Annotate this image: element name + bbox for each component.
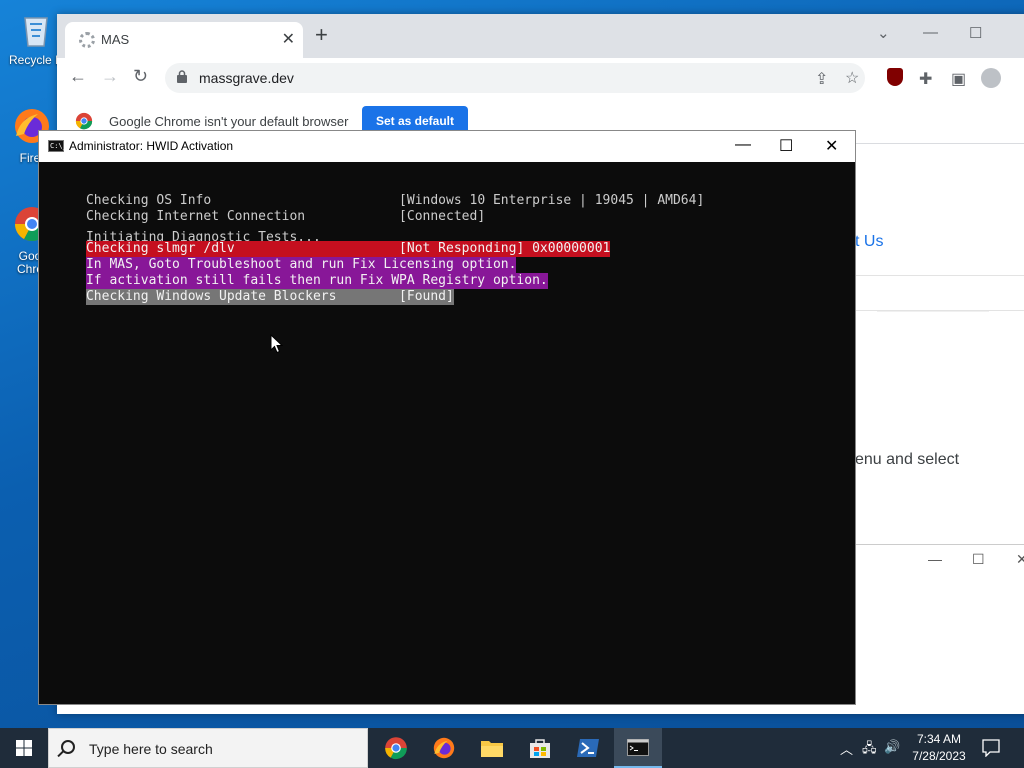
page-link-fragment[interactable]: t Us	[855, 233, 883, 251]
share-icon[interactable]: ⇪	[815, 69, 828, 89]
maximize-button[interactable]: ☐	[972, 551, 985, 568]
taskbar-search-box[interactable]: Type here to search	[48, 728, 368, 768]
console-window: C:\_ Administrator: HWID Activation — ☐ …	[38, 130, 856, 705]
close-button[interactable]: ✕	[1016, 551, 1024, 568]
chrome-toolbar: ← → ↻ massgrave.dev ⇪ ☆ ✚ ▣ ⋮	[57, 58, 1024, 98]
line-label: Checking slmgr /dlv	[85, 241, 400, 257]
page-text-fragment: enu and select	[855, 451, 960, 468]
firefox-icon	[433, 737, 455, 759]
infobar-text: Google Chrome isn't your default browser	[109, 114, 349, 129]
line-status: [Not Responding] 0x00000001	[399, 241, 611, 257]
folder-icon	[481, 741, 503, 757]
line-status: [Connected]	[399, 209, 486, 224]
address-bar[interactable]: massgrave.dev ⇪ ☆	[165, 63, 865, 93]
background-window: — ☐ ✕	[856, 544, 1024, 576]
clock-date: 7/28/2023	[912, 749, 966, 763]
close-tab-icon[interactable]: ✕	[282, 29, 295, 49]
chevron-up-icon[interactable]: ︿	[840, 739, 853, 758]
taskbar-chrome[interactable]	[372, 728, 420, 768]
bookmark-star-icon[interactable]: ☆	[845, 68, 859, 88]
line-label: If activation still fails then run Fix W…	[85, 273, 548, 289]
chrome-logo-icon	[75, 112, 93, 130]
start-button[interactable]	[0, 728, 48, 768]
minimize-button[interactable]: —	[928, 551, 942, 567]
taskbar-firefox[interactable]	[420, 728, 468, 768]
forward-arrow-icon[interactable]: →	[101, 66, 119, 87]
taskbar-console[interactable]	[614, 728, 662, 768]
mouse-pointer-icon	[270, 334, 283, 354]
chrome-icon	[385, 737, 407, 760]
volume-icon[interactable]: 🔊	[884, 739, 900, 755]
line-status: [Found]	[399, 289, 454, 305]
taskbar: Type here to search ︿ 🖧 🔊 7:34 AM 7/28/2…	[0, 728, 1024, 768]
url-text: massgrave.dev	[199, 70, 294, 86]
clock-time: 7:34 AM	[916, 732, 962, 746]
recycle-bin-icon	[24, 17, 48, 47]
tab-title: MAS	[101, 32, 130, 47]
side-panel-icon[interactable]: ▣	[951, 69, 966, 89]
menu-kebab-icon[interactable]: ⋮	[1017, 69, 1024, 89]
cmd-icon: C:\_	[48, 140, 67, 152]
store-bag-icon	[530, 739, 550, 758]
divider	[855, 275, 1024, 276]
maximize-button[interactable]: ☐	[969, 24, 982, 42]
taskbar-store[interactable]	[516, 728, 564, 768]
search-icon	[61, 740, 75, 754]
new-tab-button[interactable]: +	[315, 24, 328, 46]
window-title: Administrator: HWID Activation	[69, 139, 234, 153]
tab-mas[interactable]: MAS ✕	[65, 22, 303, 58]
chevron-down-icon[interactable]: ⌄	[877, 24, 890, 42]
close-button[interactable]: ✕	[825, 136, 838, 156]
minimize-button[interactable]: —	[735, 136, 751, 154]
line-label: In MAS, Goto Troubleshoot and run Fix Li…	[85, 257, 517, 273]
network-icon[interactable]: 🖧	[862, 739, 877, 761]
windows-logo-icon	[16, 740, 32, 756]
extensions-puzzle-icon[interactable]: ✚	[919, 69, 932, 89]
divider	[877, 311, 989, 312]
taskbar-file-explorer[interactable]	[468, 728, 516, 768]
loading-icon	[79, 32, 95, 48]
output-line: Checking OS Info [Windows 10 Enterprise …	[39, 177, 855, 208]
minimize-button[interactable]: —	[923, 24, 938, 41]
taskbar-clock[interactable]: 7:34 AM 7/28/2023	[906, 731, 972, 765]
lock-icon	[177, 70, 187, 83]
line-label: Checking Windows Update Blockers	[85, 289, 400, 305]
powershell-icon	[577, 739, 599, 757]
terminal-icon	[627, 739, 649, 756]
console-titlebar[interactable]: C:\_ Administrator: HWID Activation — ☐ …	[39, 131, 855, 162]
line-label: Checking OS Info	[85, 193, 400, 208]
taskbar-powershell[interactable]	[564, 728, 612, 768]
line-status: [Windows 10 Enterprise | 19045 | AMD64]	[399, 193, 705, 208]
search-placeholder: Type here to search	[89, 741, 213, 757]
reload-icon[interactable]: ↻	[133, 66, 148, 87]
line-label: Checking Internet Connection	[85, 209, 400, 224]
maximize-button[interactable]: ☐	[779, 136, 793, 156]
ublock-icon[interactable]	[887, 68, 903, 86]
tab-strip: MAS ✕ + ⌄ — ☐	[57, 14, 1024, 58]
profile-avatar-icon[interactable]	[981, 68, 1001, 88]
back-arrow-icon[interactable]: ←	[69, 66, 87, 87]
notification-center-icon[interactable]	[982, 739, 1000, 757]
console-output: Checking OS Info [Windows 10 Enterprise …	[39, 177, 855, 305]
